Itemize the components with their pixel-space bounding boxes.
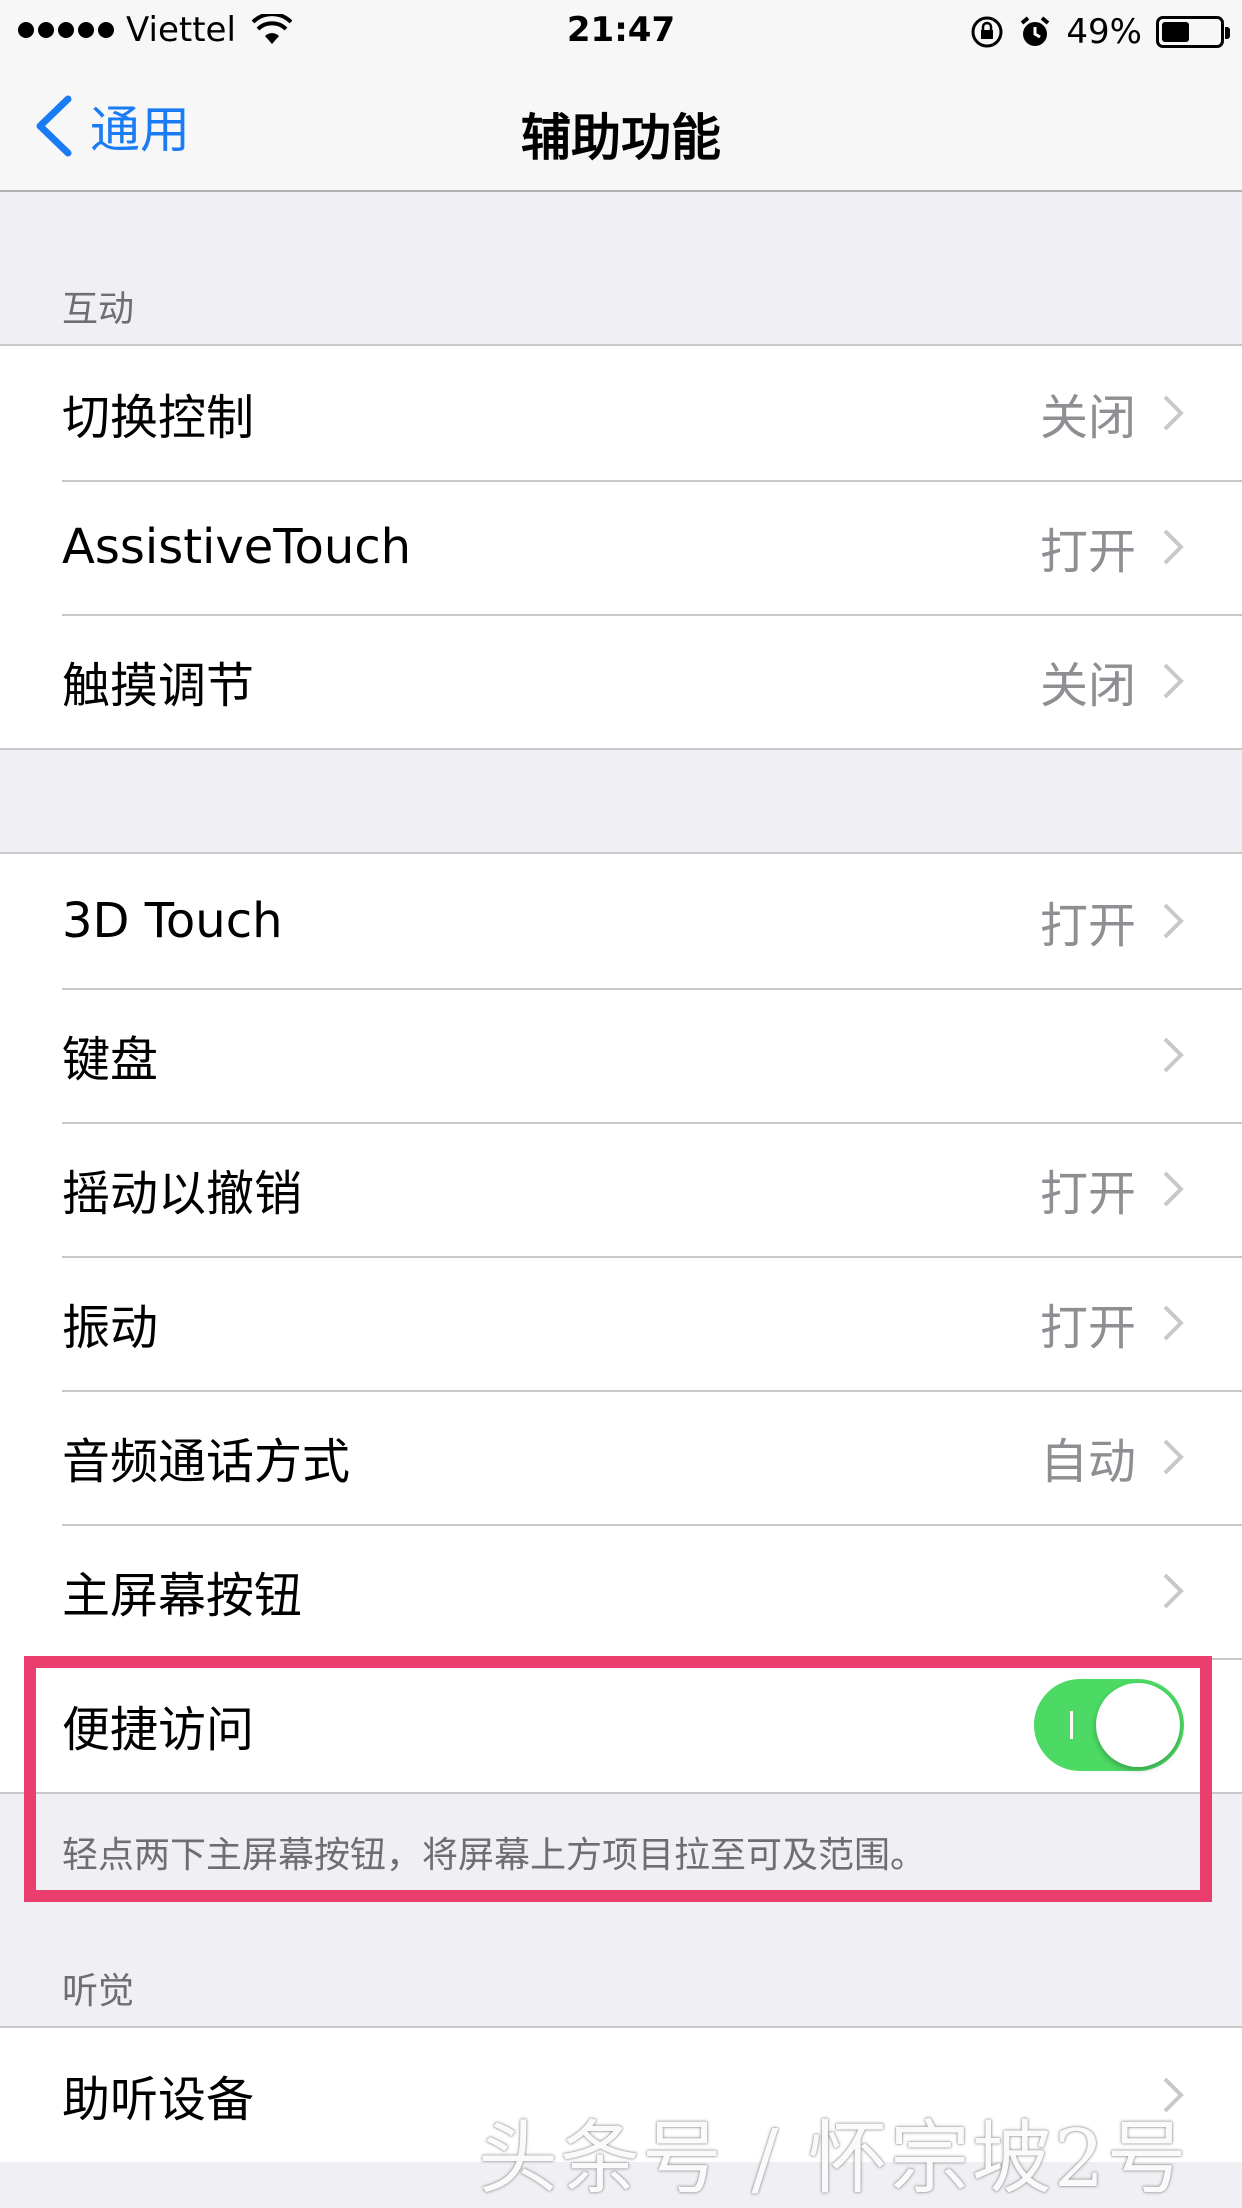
row-label: 3D Touch <box>62 893 283 949</box>
row-home-button[interactable]: 主屏幕按钮 <box>0 1524 1242 1658</box>
row-value: 自动 <box>1039 1434 1136 1490</box>
chevron-right-icon <box>1163 395 1184 431</box>
row-value: 打开 <box>1039 898 1136 954</box>
row-shake-to-undo[interactable]: 摇动以撤销 打开 <box>0 1122 1242 1256</box>
row-value: 关闭 <box>1039 390 1136 446</box>
chevron-right-icon <box>1163 1439 1184 1475</box>
row-value: 打开 <box>1039 1166 1136 1222</box>
row-switch-control[interactable]: 切换控制 关闭 <box>0 346 1242 480</box>
status-right: 49% <box>970 12 1230 52</box>
row-label: 主屏幕按钮 <box>62 1568 303 1624</box>
row-label: 键盘 <box>62 1032 159 1088</box>
battery-percent: 49% <box>1066 12 1142 52</box>
row-value: 关闭 <box>1039 658 1136 714</box>
settings-group-interaction: 切换控制 关闭 AssistiveTouch 打开 触摸调节 关闭 <box>0 344 1242 750</box>
row-touch-accommodations[interactable]: 触摸调节 关闭 <box>0 614 1242 748</box>
row-label: 触摸调节 <box>62 658 255 714</box>
row-vibration[interactable]: 振动 打开 <box>0 1256 1242 1390</box>
battery-icon <box>1156 16 1230 48</box>
row-keyboard[interactable]: 键盘 <box>0 988 1242 1122</box>
rotation-lock-icon <box>971 16 1003 48</box>
chevron-right-icon <box>1163 1305 1184 1341</box>
chevron-right-icon <box>1163 1573 1184 1609</box>
chevron-right-icon <box>1163 1037 1184 1073</box>
row-value: 打开 <box>1039 524 1136 580</box>
chevron-right-icon <box>1163 663 1184 699</box>
chevron-right-icon <box>1163 903 1184 939</box>
row-value: 打开 <box>1039 1300 1136 1356</box>
row-label: 切换控制 <box>62 390 255 446</box>
alarm-icon <box>1021 16 1050 46</box>
row-3d-touch[interactable]: 3D Touch 打开 <box>0 854 1242 988</box>
row-label: 振动 <box>62 1300 159 1356</box>
settings-group-touch: 3D Touch 打开 键盘 摇动以撤销 打开 振动 打开 音频通话方式 自动 … <box>0 852 1242 1794</box>
chevron-right-icon <box>1163 529 1184 565</box>
highlight-box <box>24 1656 1212 1902</box>
row-label: 音频通话方式 <box>62 1434 351 1490</box>
row-label: AssistiveTouch <box>62 519 412 575</box>
chevron-right-icon <box>1163 1171 1184 1207</box>
section-header-interaction: 互动 <box>62 289 135 330</box>
row-assistivetouch[interactable]: AssistiveTouch 打开 <box>0 480 1242 614</box>
battery-fill <box>1162 22 1190 42</box>
watermark: 头条号 / 怀宗坡2号 <box>478 2112 1189 2205</box>
section-header-hearing: 听觉 <box>62 1971 135 2012</box>
status-bar: Viettel 21:47 49% <box>0 0 1242 62</box>
navigation-bar: 通用 辅助功能 <box>0 62 1242 192</box>
row-label: 助听设备 <box>62 2072 255 2128</box>
row-label: 摇动以撤销 <box>62 1166 303 1222</box>
page-title: 辅助功能 <box>521 109 721 167</box>
row-call-audio-routing[interactable]: 音频通话方式 自动 <box>0 1390 1242 1524</box>
